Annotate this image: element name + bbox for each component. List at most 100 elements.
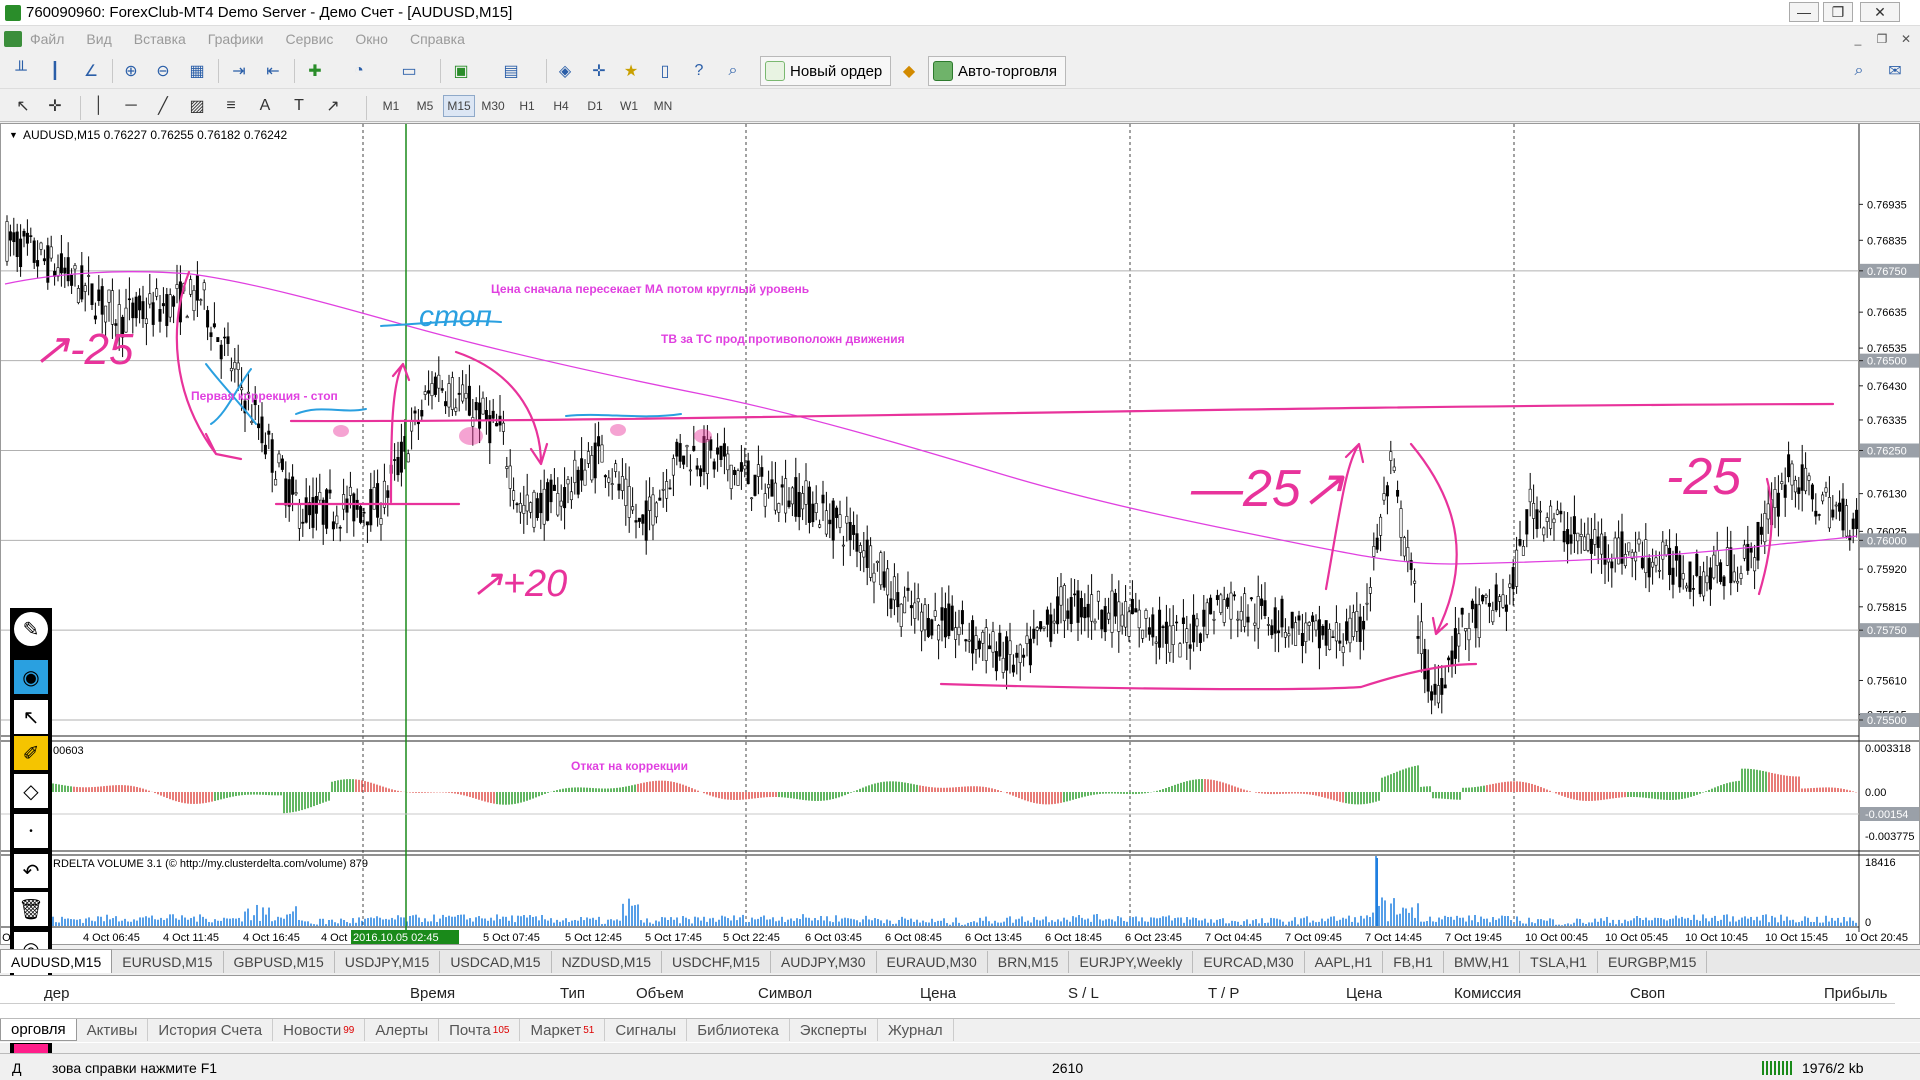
terminal-tab[interactable]: Почта 105 [439, 1019, 521, 1041]
zoom-out-icon[interactable]: ⊖ [150, 58, 176, 84]
indicators-icon[interactable]: ✚ [302, 58, 328, 84]
tf-h1[interactable]: H1 [511, 95, 543, 117]
periods-icon[interactable]: ◔ [346, 58, 372, 84]
menu-insert[interactable]: Вставка [134, 31, 186, 47]
tf-m30[interactable]: M30 [477, 95, 509, 117]
text-label-icon[interactable]: T [286, 93, 312, 119]
bar-chart-icon[interactable]: ╨ [8, 58, 34, 84]
tile-windows-icon[interactable]: ▦ [184, 58, 210, 84]
metaeditor-icon[interactable]: ◆ [896, 58, 922, 84]
fibonacci-icon[interactable]: ≡ [218, 93, 244, 119]
symbol-tab[interactable]: USDCHF,M15 [662, 951, 771, 973]
symbol-tab[interactable]: GBPUSD,M15 [224, 951, 335, 973]
terminal-tab[interactable]: Журнал [878, 1019, 954, 1041]
symbol-tab[interactable]: FB,H1 [1383, 951, 1444, 973]
symbol-tab[interactable]: USDJPY,M15 [335, 951, 441, 973]
col-time[interactable]: Время [410, 985, 455, 1002]
terminal-icon[interactable]: ▯ [652, 58, 678, 84]
col-price-current[interactable]: Цена [1346, 985, 1382, 1002]
tf-m15[interactable]: M15 [443, 95, 475, 117]
col-symbol[interactable]: Символ [758, 985, 812, 1002]
tf-m5[interactable]: M5 [409, 95, 441, 117]
symbol-tab[interactable]: AUDUSD,M15 [0, 949, 113, 973]
minimize-button[interactable]: — [1789, 2, 1819, 22]
tester-icon[interactable]: ⌕ [720, 58, 746, 84]
col-tp[interactable]: T / P [1208, 985, 1239, 1002]
mdi-minimize-icon[interactable]: _ [1846, 30, 1870, 48]
symbol-tab[interactable]: EURCAD,M30 [1193, 951, 1305, 973]
chart-shift-icon[interactable]: ⇤ [260, 58, 286, 84]
terminal-tab[interactable]: Активы [77, 1019, 149, 1041]
market-watch-icon[interactable]: ◈ [552, 58, 578, 84]
terminal-tab[interactable]: Алерты [365, 1019, 440, 1041]
autoscroll-icon[interactable]: ⇥ [226, 58, 252, 84]
col-order[interactable]: дер [44, 985, 69, 1002]
tf-d1[interactable]: D1 [579, 95, 611, 117]
col-price[interactable]: Цена [920, 985, 956, 1002]
channel-icon[interactable]: ▨ [184, 93, 210, 119]
symbol-tab[interactable]: EURAUD,M30 [877, 951, 988, 973]
tf-w1[interactable]: W1 [613, 95, 645, 117]
size-icon[interactable]: • [14, 814, 48, 848]
terminal-tab[interactable]: Новости 99 [273, 1019, 366, 1041]
trendline-icon[interactable]: ╱ [150, 93, 176, 119]
col-volume[interactable]: Объем [636, 985, 684, 1002]
autotrading-button[interactable]: Авто-торговля [928, 56, 1067, 86]
text-icon[interactable]: A [252, 93, 278, 119]
new-chart-icon[interactable]: ▣ [448, 58, 474, 84]
search-icon[interactable]: ⌕ [1846, 58, 1872, 84]
zoom-in-icon[interactable]: ⊕ [118, 58, 144, 84]
symbol-tab[interactable]: NZDUSD,M15 [552, 951, 663, 973]
mdi-restore-icon[interactable]: ❐ [1870, 30, 1894, 48]
tf-mn[interactable]: MN [647, 95, 679, 117]
mdi-close-icon[interactable]: ✕ [1894, 30, 1918, 48]
terminal-tab[interactable]: Эксперты [790, 1019, 878, 1041]
symbol-tab[interactable]: EURGBP,M15 [1598, 951, 1708, 973]
menu-window[interactable]: Окно [355, 31, 388, 47]
close-button[interactable]: ✕ [1860, 2, 1900, 22]
col-swap[interactable]: Своп [1630, 985, 1665, 1002]
chart-window[interactable]: Цена сначала пересекает МА потом круглый… [0, 123, 1920, 945]
undo-icon[interactable]: ↶ [14, 854, 48, 888]
pen-icon[interactable]: ✎ [14, 612, 48, 646]
trash-icon[interactable]: 🗑 [14, 892, 48, 926]
menu-help[interactable]: Справка [410, 31, 465, 47]
terminal-tab[interactable]: Библиотека [687, 1019, 790, 1041]
help-icon[interactable]: ? [686, 58, 712, 84]
templates-icon[interactable]: ▭ [396, 58, 422, 84]
candlestick-icon[interactable]: ┃ [42, 58, 68, 84]
symbol-tab[interactable]: USDCAD,M15 [440, 951, 552, 973]
col-sl[interactable]: S / L [1068, 985, 1099, 1002]
eye-icon[interactable]: ◉ [14, 660, 48, 694]
profiles-icon[interactable]: ▤ [498, 58, 524, 84]
symbol-tab[interactable]: TSLA,H1 [1520, 951, 1598, 973]
crosshair-icon[interactable]: ✛ [42, 93, 68, 119]
horizontal-line-icon[interactable]: ─ [118, 93, 144, 119]
symbol-tab[interactable]: EURUSD,M15 [112, 951, 224, 973]
chat-icon[interactable]: ✉ [1882, 58, 1908, 84]
terminal-tab[interactable]: Маркет 51 [520, 1019, 606, 1041]
menu-tools[interactable]: Сервис [285, 31, 333, 47]
maximize-button[interactable]: ❐ [1823, 2, 1853, 22]
symbol-tab[interactable]: AAPL,H1 [1305, 951, 1384, 973]
col-commission[interactable]: Комиссия [1454, 985, 1521, 1002]
terminal-tab[interactable]: История Счета [148, 1019, 274, 1041]
chart-canvas[interactable]: Цена сначала пересекает МА потом круглый… [0, 124, 1919, 944]
menu-charts[interactable]: Графики [208, 31, 264, 47]
line-chart-icon[interactable]: ∠ [78, 58, 104, 84]
menu-file[interactable]: Файл [30, 31, 64, 47]
eraser-icon[interactable]: ◇ [14, 774, 48, 808]
col-profit[interactable]: Прибыль [1824, 985, 1887, 1002]
arrows-icon[interactable]: ↗ [320, 93, 346, 119]
symbol-tab[interactable]: EURJPY,Weekly [1069, 951, 1194, 973]
terminal-tab[interactable]: Сигналы [605, 1019, 688, 1041]
marker-icon[interactable]: ✐ [14, 736, 48, 770]
col-type[interactable]: Тип [560, 985, 585, 1002]
cursor-icon[interactable]: ↖ [10, 93, 36, 119]
navigator-icon[interactable]: ★ [618, 58, 644, 84]
vertical-line-icon[interactable]: │ [86, 93, 112, 119]
symbol-tab[interactable]: BRN,M15 [988, 951, 1070, 973]
new-order-button[interactable]: Новый ордер [760, 56, 892, 86]
tf-m1[interactable]: M1 [375, 95, 407, 117]
symbol-tab[interactable]: AUDJPY,M30 [771, 951, 877, 973]
